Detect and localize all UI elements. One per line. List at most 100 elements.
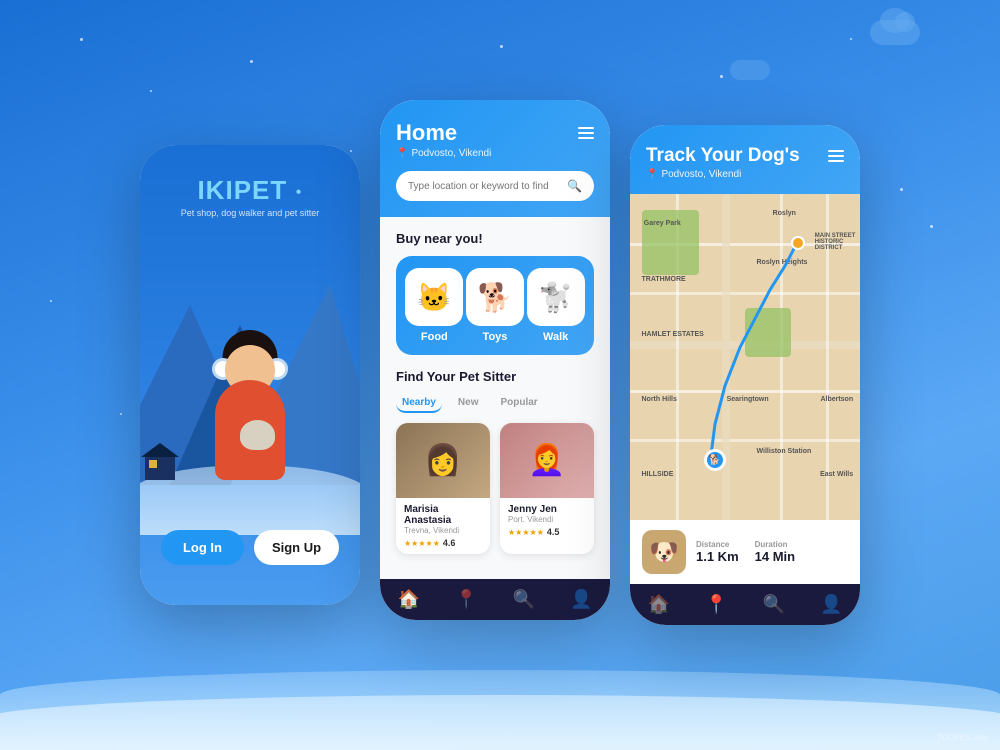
track-nav-profile-icon[interactable]: 👤: [820, 594, 842, 615]
watermark: TOOPEN.com: [937, 733, 988, 742]
phone-login: IKIPET ● Pet shop, dog walker and pet si…: [140, 145, 360, 605]
walk-icon: 🐩: [538, 281, 573, 314]
duration-value: 14 Min: [755, 549, 795, 564]
logo-iki: IKI: [197, 175, 233, 205]
signup-button[interactable]: Sign Up: [254, 530, 339, 565]
char-cat: [240, 420, 275, 450]
map-area[interactable]: Garey Park Roslyn MAIN STREETHISTORICDIS…: [630, 194, 860, 520]
sitter-info-1: Marisia Anastasia Trevna, Vikendi ★★★★★ …: [396, 498, 490, 554]
character-illustration: [200, 330, 300, 480]
rating-value-1: 4.6: [443, 538, 456, 548]
home-location: 📍 Podvosto, Vikendi: [396, 148, 594, 159]
home-header-top: Home: [396, 120, 594, 146]
phone-home: Home 📍 Podvosto, Vikendi 🔍 Buy near you!: [380, 100, 610, 620]
sitter-info-2: Jenny Jen Port. Vikendi ★★★★★ 4.5: [500, 498, 594, 543]
toys-label: Toys: [483, 331, 508, 343]
walk-label: Walk: [543, 331, 568, 343]
category-food[interactable]: 🐱 Food: [405, 268, 463, 343]
track-stats: Distance 1.1 Km Duration 14 Min: [696, 540, 848, 564]
app-logo: IKIPET ●: [140, 175, 360, 206]
login-screen: IKIPET ● Pet shop, dog walker and pet si…: [140, 145, 360, 605]
home-header: Home 📍 Podvosto, Vikendi 🔍: [380, 100, 610, 217]
stars-icon-1: ★★★★★: [404, 539, 440, 548]
sitter-name-1: Marisia Anastasia: [404, 504, 482, 526]
distance-stat: Distance 1.1 Km: [696, 540, 739, 564]
house-window: [149, 460, 157, 468]
login-illustration: [140, 225, 360, 535]
track-screen: Track Your Dog's 📍 Podvosto, Vikendi: [630, 125, 860, 625]
track-bottom-nav: 🏠 📍 🔍 👤: [630, 584, 860, 625]
map-grid: Garey Park Roslyn MAIN STREETHISTORICDIS…: [630, 194, 860, 520]
home-screen: Home 📍 Podvosto, Vikendi 🔍 Buy near you!: [380, 100, 610, 620]
cloud-decoration-2: [730, 60, 770, 80]
route-svg: [630, 194, 860, 520]
cloud-decoration: [870, 20, 920, 45]
distance-value: 1.1 Km: [696, 549, 739, 564]
location-pin-icon: 📍: [396, 148, 408, 159]
food-label: Food: [421, 331, 448, 343]
login-header: IKIPET ● Pet shop, dog walker and pet si…: [140, 175, 360, 218]
dog-avatar: 🐶: [642, 530, 686, 574]
category-walk[interactable]: 🐩 Walk: [527, 268, 585, 343]
track-header: Track Your Dog's 📍 Podvosto, Vikendi: [630, 125, 860, 194]
track-nav-home-icon[interactable]: 🏠: [648, 594, 670, 615]
sitter-image-1: 👩: [396, 423, 490, 498]
search-icon: 🔍: [567, 179, 582, 193]
home-title: Home: [396, 120, 457, 146]
sitter-card-1[interactable]: 👩 Marisia Anastasia Trevna, Vikendi ★★★★…: [396, 423, 490, 554]
tab-popular[interactable]: Popular: [494, 394, 543, 413]
track-title: Track Your Dog's: [646, 145, 800, 167]
food-icon-box: 🐱: [405, 268, 463, 326]
sitter-card-2[interactable]: 👩‍🦰 Jenny Jen Port. Vikendi ★★★★★ 4.5: [500, 423, 594, 554]
bottom-wave-2: [0, 695, 1000, 750]
home-location-text: Podvosto, Vikendi: [411, 148, 491, 159]
sitter-location-1: Trevna, Vikendi: [404, 526, 482, 535]
sitter-tabs: Nearby New Popular: [396, 394, 594, 413]
login-buttons: Log In Sign Up: [140, 530, 360, 565]
menu-button[interactable]: [578, 127, 594, 139]
sitter-name-2: Jenny Jen: [508, 504, 586, 515]
duration-stat: Duration 14 Min: [755, 540, 795, 564]
nav-search-icon[interactable]: 🔍: [513, 589, 535, 610]
categories-container: 🐱 Food 🐕 Toys 🐩 Walk: [396, 256, 594, 355]
sitter-location-2: Port. Vikendi: [508, 515, 586, 524]
tab-new[interactable]: New: [452, 394, 485, 413]
sitter-rating-2: ★★★★★ 4.5: [508, 527, 586, 537]
track-pin-icon: 📍: [646, 169, 658, 180]
nav-location-icon[interactable]: 📍: [455, 589, 477, 610]
toys-icon-box: 🐕: [466, 268, 524, 326]
tab-nearby[interactable]: Nearby: [396, 394, 442, 413]
phones-container: IKIPET ● Pet shop, dog walker and pet si…: [140, 125, 860, 625]
nav-profile-icon[interactable]: 👤: [570, 589, 592, 610]
distance-label: Distance: [696, 540, 739, 549]
track-menu-button[interactable]: [828, 150, 844, 162]
home-bottom-nav: 🏠 📍 🔍 👤: [380, 579, 610, 620]
sitter-section-title: Find Your Pet Sitter: [396, 369, 594, 384]
rating-value-2: 4.5: [547, 527, 560, 537]
track-header-top: Track Your Dog's: [646, 145, 844, 167]
track-nav-location-icon[interactable]: 📍: [705, 594, 727, 615]
search-input[interactable]: [408, 181, 559, 192]
home-content: Buy near you! 🐱 Food 🐕 Toys: [380, 217, 610, 579]
login-button[interactable]: Log In: [161, 530, 244, 565]
dog-marker: 🐕: [704, 449, 726, 471]
track-location-text: Podvosto, Vikendi: [661, 169, 741, 180]
app-tagline: Pet shop, dog walker and pet sitter: [140, 208, 360, 218]
track-nav-search-icon[interactable]: 🔍: [763, 594, 785, 615]
walk-icon-box: 🐩: [527, 268, 585, 326]
category-toys[interactable]: 🐕 Toys: [466, 268, 524, 343]
find-sitter-section: Find Your Pet Sitter Nearby New Popular …: [396, 369, 594, 554]
house: [145, 455, 175, 480]
sitter-rating-1: ★★★★★ 4.6: [404, 538, 482, 548]
buy-near-section-title: Buy near you!: [396, 231, 594, 246]
phone-track: Track Your Dog's 📍 Podvosto, Vikendi: [630, 125, 860, 625]
track-info-bar: 🐶 Distance 1.1 Km Duration 14 Min: [630, 520, 860, 584]
house-roof: [141, 443, 179, 457]
sitter-cards: 👩 Marisia Anastasia Trevna, Vikendi ★★★★…: [396, 423, 594, 554]
duration-label: Duration: [755, 540, 795, 549]
stars-icon-2: ★★★★★: [508, 528, 544, 537]
food-icon: 🐱: [417, 281, 452, 314]
search-bar[interactable]: 🔍: [396, 171, 594, 201]
nav-home-icon[interactable]: 🏠: [398, 589, 420, 610]
logo-pet: PET: [234, 175, 288, 205]
